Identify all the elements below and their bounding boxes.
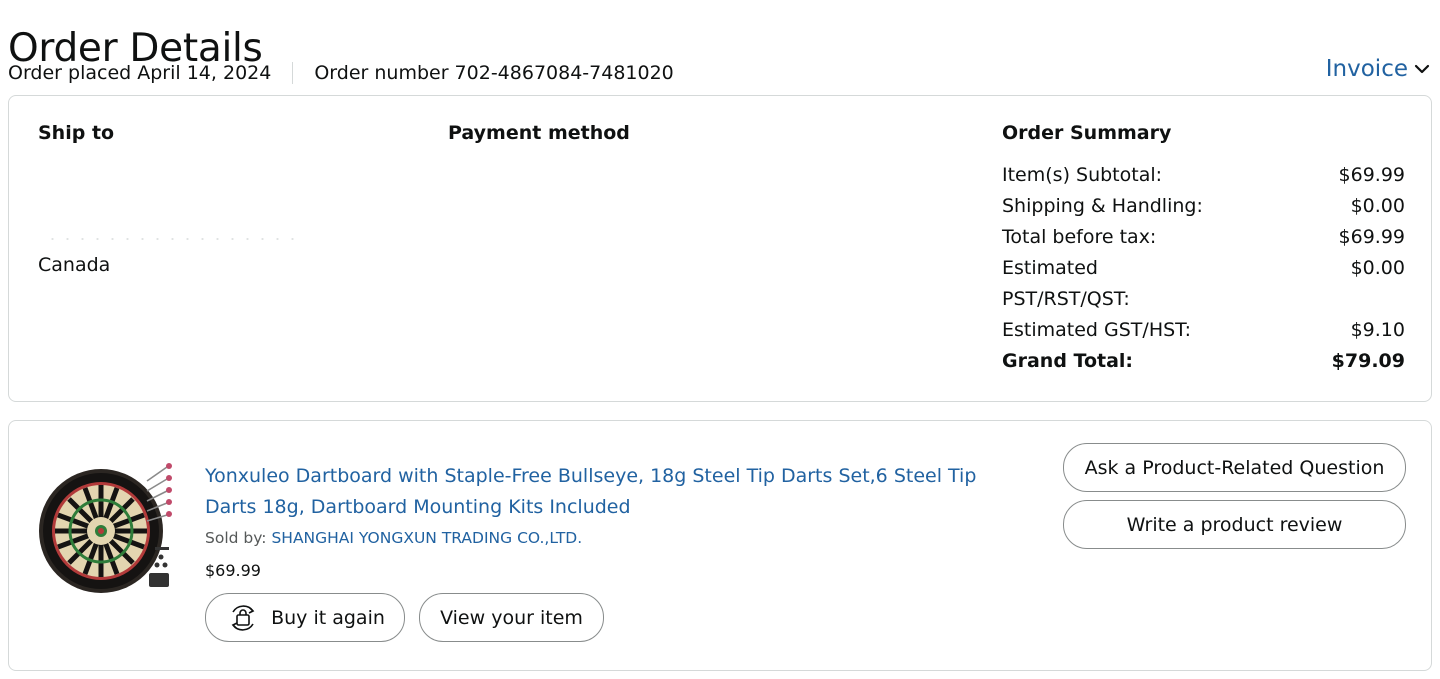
summary-value: $9.10 [1350, 319, 1405, 341]
sold-by-label: Sold by: [205, 529, 267, 547]
buy-it-again-label: Buy it again [271, 606, 385, 629]
ship-to-title: Ship to [38, 122, 115, 144]
summary-row-subtotal: Item(s) Subtotal: $69.99 [1002, 160, 1405, 191]
summary-row-shipping: Shipping & Handling: $0.00 [1002, 191, 1405, 222]
buy-again-icon [225, 603, 261, 633]
summary-row-gst: Estimated GST/HST: $9.10 [1002, 315, 1405, 346]
redacted-address [45, 238, 305, 240]
summary-label: Total before tax: [1002, 226, 1157, 248]
ask-question-label: Ask a Product-Related Question [1084, 456, 1385, 479]
meta-divider [292, 62, 294, 84]
summary-value: $69.99 [1338, 226, 1405, 248]
view-your-item-button[interactable]: View your item [419, 593, 604, 642]
summary-label: Grand Total: [1002, 350, 1134, 372]
ask-question-button[interactable]: Ask a Product-Related Question [1063, 443, 1406, 492]
summary-label: Estimated PST/RST/QST: [1002, 257, 1130, 310]
order-number: Order number 702-4867084-7481020 [314, 62, 674, 84]
dartboard-product-image[interactable] [39, 461, 185, 601]
seller-link[interactable]: SHANGHAI YONGXUN TRADING CO.,LTD. [271, 529, 582, 547]
payment-method-title: Payment method [448, 122, 630, 144]
summary-row-grand-total: Grand Total: $79.09 [1002, 346, 1405, 377]
summary-value: $79.09 [1331, 350, 1405, 372]
order-placed-date: Order placed April 14, 2024 [8, 62, 272, 84]
order-item-card: Yonxuleo Dartboard with Staple-Free Bull… [8, 420, 1432, 671]
order-details-card: Ship to Canada Payment method Order Summ… [8, 95, 1432, 402]
invoice-dropdown[interactable]: Invoice [1326, 56, 1430, 82]
summary-label: Estimated GST/HST: [1002, 319, 1192, 341]
view-your-item-label: View your item [440, 606, 583, 629]
order-summary: Item(s) Subtotal: $69.99 Shipping & Hand… [1002, 160, 1405, 377]
summary-value: $0.00 [1350, 257, 1405, 279]
chevron-down-icon [1414, 64, 1430, 74]
summary-label: Item(s) Subtotal: [1002, 164, 1163, 186]
write-review-label: Write a product review [1126, 513, 1343, 536]
order-summary-title: Order Summary [1002, 122, 1172, 144]
summary-value: $69.99 [1338, 164, 1405, 186]
item-price: $69.99 [205, 561, 261, 580]
ship-to-country: Canada [38, 254, 111, 276]
sold-by: Sold by: SHANGHAI YONGXUN TRADING CO.,LT… [205, 529, 582, 547]
summary-row-before-tax: Total before tax: $69.99 [1002, 222, 1405, 253]
product-title-link[interactable]: Yonxuleo Dartboard with Staple-Free Bull… [205, 461, 1025, 523]
summary-value: $0.00 [1350, 195, 1405, 217]
summary-label: Shipping & Handling: [1002, 195, 1203, 217]
summary-row-pst: Estimated PST/RST/QST: $0.00 [1002, 253, 1405, 315]
write-review-button[interactable]: Write a product review [1063, 500, 1406, 549]
invoice-label: Invoice [1325, 56, 1408, 82]
buy-it-again-button[interactable]: Buy it again [205, 593, 405, 642]
order-meta: Order placed April 14, 2024 Order number… [8, 60, 674, 86]
